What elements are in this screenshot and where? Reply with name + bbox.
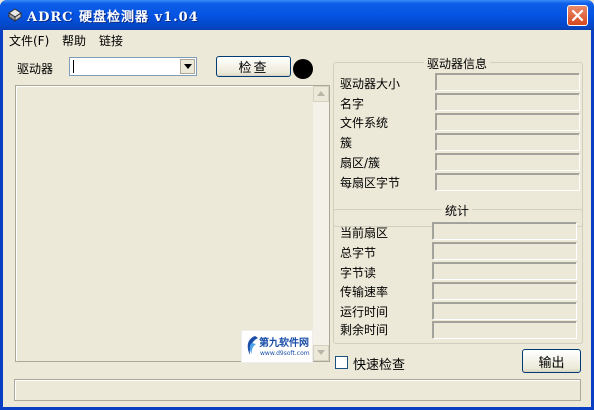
close-button[interactable] [567,5,588,26]
watermark-logo: 第九软件网 www.d9soft.com [241,330,313,363]
drive-name-field [435,93,580,111]
title-bar[interactable]: ADRC 硬盘检测器 v1.04 [0,0,594,30]
bytes-per-sector-label: 每扇区字节 [340,176,401,190]
check-button[interactable]: 检查 [216,56,291,77]
menu-help[interactable]: 帮助 [62,32,86,49]
elapsed-time-label: 运行时间 [340,305,389,319]
sectors-per-cluster-label: 扇区/簇 [340,156,381,170]
disk-app-icon [7,7,23,23]
bytes-per-sector-field [435,173,580,191]
remaining-time-label: 剩余时间 [340,323,389,337]
status-indicator [293,59,313,79]
client-area: 文件(F) 帮助 链接 驱动器 检查 第九软件网 www.d9soft.com … [3,30,591,407]
transfer-rate-label: 传输速率 [340,285,389,299]
transfer-rate-field [432,282,577,300]
stats-title: 统计 [442,202,473,219]
bytes-read-field [432,262,577,280]
scroll-up-button[interactable] [313,86,329,102]
watermark-title: 第九软件网 [259,338,309,349]
cluster-field [435,133,580,151]
scroll-down-button[interactable] [313,345,329,361]
drive-dropdown-button[interactable] [180,59,195,74]
watermark-swirl-icon [245,335,259,357]
menu-links[interactable]: 链接 [99,32,123,49]
drive-label: 驱动器 [17,62,54,76]
menu-bar: 文件(F) 帮助 链接 [3,30,591,48]
menu-file[interactable]: 文件(F) [9,32,49,49]
app-window: ADRC 硬盘检测器 v1.04 文件(F) 帮助 链接 驱动器 检查 第九软件… [0,0,594,410]
current-sector-field [432,222,577,240]
drive-size-label: 驱动器大小 [340,77,401,91]
stats-group: 统计 当前扇区 总字节 字节读 传输速率 运行时间 剩余时间 [333,202,583,344]
watermark-url: www.d9soft.com [260,350,310,357]
log-scrollbar[interactable] [313,86,329,361]
elapsed-time-field [432,302,577,320]
chevron-down-icon [184,64,192,69]
text-cursor [73,60,74,73]
fast-check-checkbox[interactable] [335,356,348,369]
drive-info-title: 驱动器信息 [424,55,491,72]
cluster-label: 簇 [340,136,353,150]
window-title: ADRC 硬盘检测器 v1.04 [27,10,199,25]
log-area[interactable]: 第九软件网 www.d9soft.com [15,85,330,363]
chevron-down-icon [317,350,325,355]
chevron-up-icon [317,91,325,96]
bytes-read-label: 字节读 [340,266,377,280]
drive-select[interactable] [69,57,197,76]
close-icon [571,9,584,22]
total-bytes-field [432,242,577,260]
sectors-per-cluster-field [435,153,580,171]
fast-check-label[interactable]: 快速检查 [353,354,405,373]
output-button[interactable]: 输出 [522,349,581,373]
total-bytes-label: 总字节 [340,246,377,260]
current-sector-label: 当前扇区 [340,226,389,240]
file-system-label: 文件系统 [340,116,389,130]
status-bar [14,379,581,401]
file-system-field [435,113,580,131]
drive-name-label: 名字 [340,97,365,111]
remaining-time-field [432,321,577,339]
drive-size-field [435,73,580,91]
